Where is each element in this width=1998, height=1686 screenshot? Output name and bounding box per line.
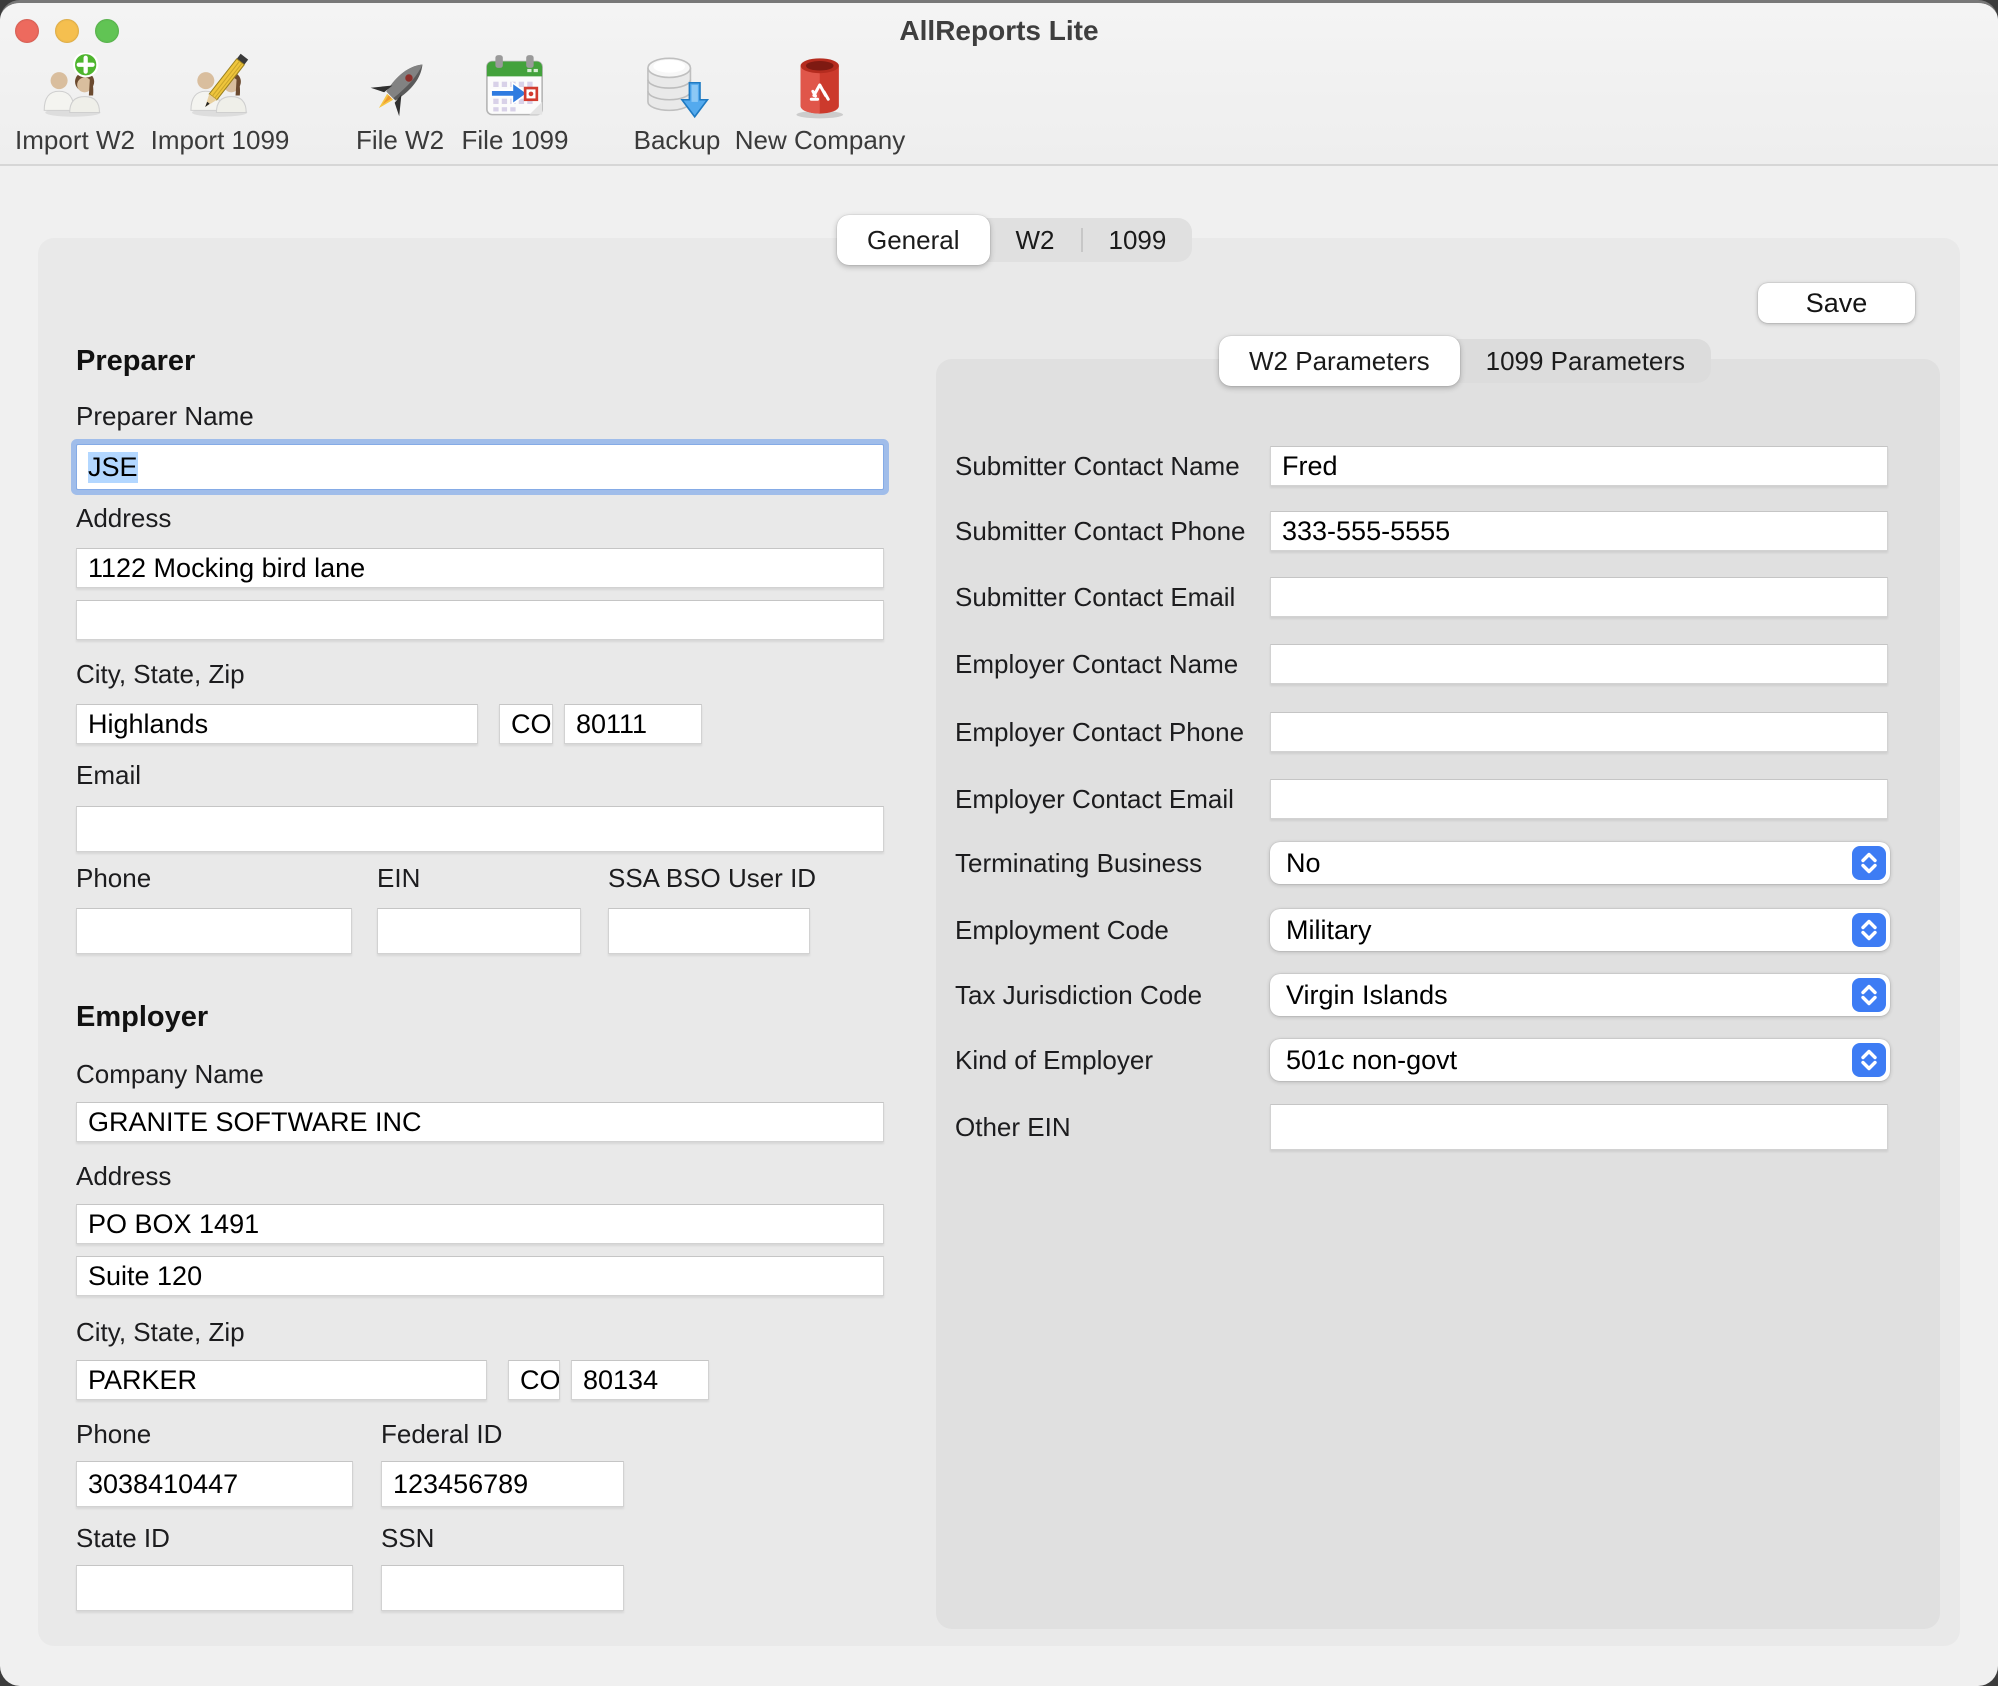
terminating-business-select[interactable]: No <box>1270 842 1890 884</box>
save-button[interactable]: Save <box>1758 283 1915 323</box>
federal-id-label: Federal ID <box>381 1419 502 1450</box>
terminating-business-label: Terminating Business <box>955 842 1202 884</box>
preparer-address2-input[interactable] <box>76 600 884 640</box>
preparer-address1-input[interactable]: 1122 Mocking bird lane <box>76 548 884 588</box>
dropdown-stepper-icon <box>1852 978 1886 1012</box>
preparer-ein-input[interactable] <box>377 908 581 954</box>
preparer-name-input[interactable]: JSE <box>76 444 884 490</box>
import-w2-icon <box>41 53 109 121</box>
other-ein-input[interactable] <box>1270 1104 1888 1150</box>
preparer-city-input[interactable]: Highlands <box>76 704 478 744</box>
toolbar-item-file-w2[interactable]: File W2 <box>356 53 444 156</box>
tab-w2-parameters[interactable]: W2 Parameters <box>1219 336 1460 386</box>
preparer-phone-input[interactable] <box>76 908 352 954</box>
ssn-label: SSN <box>381 1523 434 1554</box>
employer-zip-input[interactable]: 80134 <box>571 1360 709 1400</box>
employer-contact-email-input[interactable] <box>1270 779 1888 819</box>
tax-jurisdiction-code-value: Virgin Islands <box>1286 980 1448 1011</box>
preparer-ssa-bso-input[interactable] <box>608 908 810 954</box>
employer-contact-phone-label: Employer Contact Phone <box>955 712 1244 752</box>
employer-state-input[interactable]: CO <box>508 1360 560 1400</box>
titlebar: AllReports Lite Import W2 <box>0 3 1998 166</box>
dropdown-stepper-icon <box>1852 846 1886 880</box>
submitter-contact-phone-label: Submitter Contact Phone <box>955 511 1246 551</box>
employer-address-label: Address <box>76 1161 171 1192</box>
employer-heading: Employer <box>76 1001 208 1034</box>
preparer-email-input[interactable] <box>76 806 884 852</box>
toolbar-item-new-company[interactable]: New Company <box>735 53 906 156</box>
preparer-heading: Preparer <box>76 345 195 378</box>
dropdown-stepper-icon <box>1852 1043 1886 1077</box>
employer-csz-label: City, State, Zip <box>76 1317 245 1348</box>
new-company-icon <box>786 53 854 121</box>
employer-city-input[interactable]: PARKER <box>76 1360 487 1400</box>
employer-phone-label: Phone <box>76 1419 151 1450</box>
toolbar-item-import-1099[interactable]: Import 1099 <box>151 53 290 156</box>
employer-contact-name-label: Employer Contact Name <box>955 644 1238 684</box>
preparer-address-label: Address <box>76 503 171 534</box>
employment-code-select[interactable]: Military <box>1270 909 1890 951</box>
terminating-business-value: No <box>1286 848 1321 879</box>
tax-jurisdiction-code-label: Tax Jurisdiction Code <box>955 974 1202 1016</box>
preparer-email-label: Email <box>76 760 141 791</box>
main-tab-bar: General W2 1099 <box>840 218 1192 262</box>
preparer-phone-label: Phone <box>76 863 151 894</box>
employer-address1-input[interactable]: PO BOX 1491 <box>76 1204 884 1244</box>
kind-of-employer-label: Kind of Employer <box>955 1039 1153 1081</box>
tab-w2[interactable]: W2 <box>990 218 1081 262</box>
toolbar-label: File W2 <box>356 125 444 156</box>
tab-1099[interactable]: 1099 <box>1083 218 1193 262</box>
employer-contact-phone-input[interactable] <box>1270 712 1888 752</box>
toolbar-item-file-1099[interactable]: File 1099 <box>462 53 569 156</box>
tab-1099-parameters[interactable]: 1099 Parameters <box>1460 339 1711 383</box>
selected-text: JSE <box>88 452 138 483</box>
preparer-ssa-bso-label: SSA BSO User ID <box>608 863 816 894</box>
preparer-csz-label: City, State, Zip <box>76 659 245 690</box>
submitter-contact-name-input[interactable]: Fred <box>1270 446 1888 486</box>
preparer-ein-label: EIN <box>377 863 420 894</box>
backup-icon <box>643 53 711 121</box>
app-window: AllReports Lite Import W2 <box>0 0 1998 1686</box>
parameters-tab-bar: W2 Parameters 1099 Parameters <box>1222 339 1711 383</box>
tab-general[interactable]: General <box>837 215 990 265</box>
submitter-contact-email-label: Submitter Contact Email <box>955 577 1235 617</box>
kind-of-employer-select[interactable]: 501c non-govt <box>1270 1039 1890 1081</box>
import-1099-icon <box>186 53 254 121</box>
toolbar-item-import-w2[interactable]: Import W2 <box>15 53 135 156</box>
company-name-label: Company Name <box>76 1059 264 1090</box>
employment-code-value: Military <box>1286 915 1372 946</box>
toolbar-label: New Company <box>735 125 906 156</box>
state-id-label: State ID <box>76 1523 170 1554</box>
preparer-state-input[interactable]: CO <box>499 704 553 744</box>
preparer-zip-input[interactable]: 80111 <box>564 704 702 744</box>
company-name-input[interactable]: GRANITE SOFTWARE INC <box>76 1102 884 1142</box>
preparer-name-label: Preparer Name <box>76 401 254 432</box>
employer-phone-input[interactable]: 3038410447 <box>76 1461 353 1507</box>
ssn-input[interactable] <box>381 1565 624 1611</box>
submitter-contact-email-input[interactable] <box>1270 577 1888 617</box>
window-title: AllReports Lite <box>0 15 1998 47</box>
file-w2-icon <box>366 53 434 121</box>
kind-of-employer-value: 501c non-govt <box>1286 1045 1457 1076</box>
employer-address2-input[interactable]: Suite 120 <box>76 1256 884 1296</box>
submitter-contact-phone-input[interactable]: 333-555-5555 <box>1270 511 1888 551</box>
state-id-input[interactable] <box>76 1565 353 1611</box>
tax-jurisdiction-code-select[interactable]: Virgin Islands <box>1270 974 1890 1016</box>
employer-contact-name-input[interactable] <box>1270 644 1888 684</box>
federal-id-input[interactable]: 123456789 <box>381 1461 624 1507</box>
toolbar-item-backup[interactable]: Backup <box>634 53 721 156</box>
toolbar-label: Import 1099 <box>151 125 290 156</box>
employer-contact-email-label: Employer Contact Email <box>955 779 1234 819</box>
other-ein-label: Other EIN <box>955 1104 1071 1150</box>
file-1099-icon <box>481 53 549 121</box>
toolbar-label: Backup <box>634 125 721 156</box>
employment-code-label: Employment Code <box>955 909 1169 951</box>
dropdown-stepper-icon <box>1852 913 1886 947</box>
submitter-contact-name-label: Submitter Contact Name <box>955 446 1240 486</box>
toolbar-label: Import W2 <box>15 125 135 156</box>
toolbar-label: File 1099 <box>462 125 569 156</box>
